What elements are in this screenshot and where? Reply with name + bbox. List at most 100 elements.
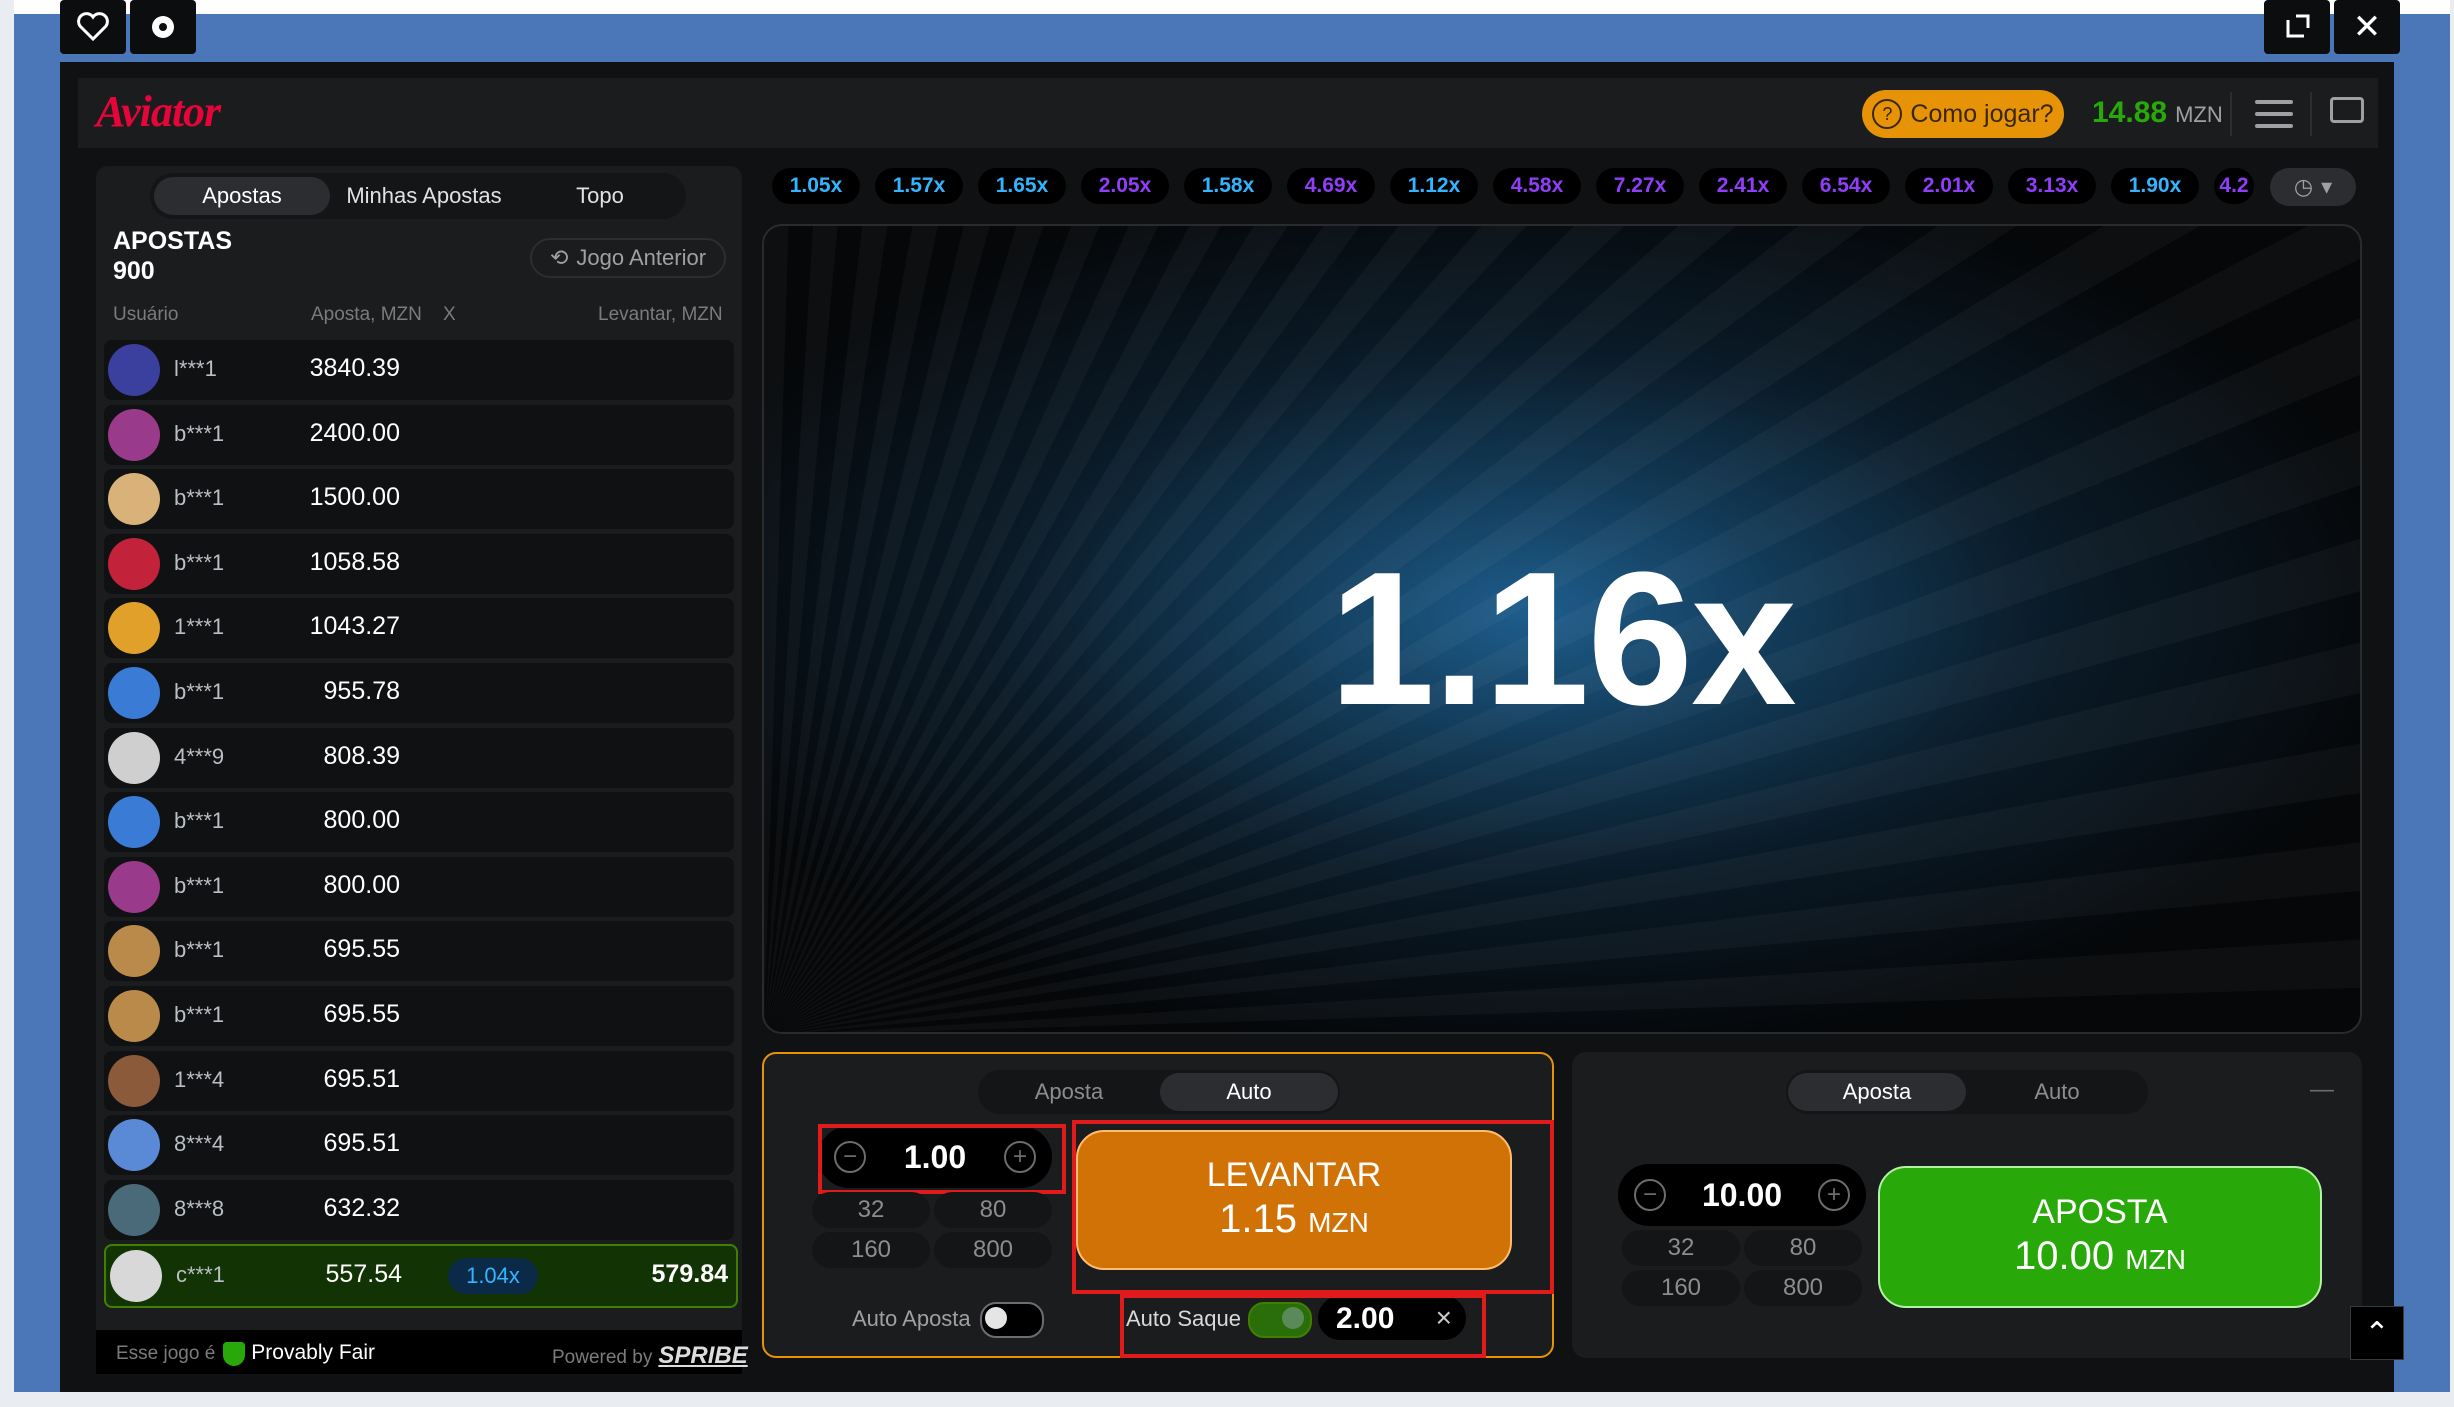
bet1-quick-800[interactable]: 800 [934,1232,1052,1268]
bet1-tab-auto[interactable]: Auto [1160,1073,1338,1111]
shield-icon [223,1341,246,1366]
bet1-quick-80[interactable]: 80 [934,1192,1052,1228]
table-row: 4***9 808.39 [104,727,734,788]
avatar [108,602,160,655]
col-bet: Aposta, MZN [311,304,422,325]
table-row: b***1 1058.58 [104,533,734,594]
chevron-down-icon: ▾ [2321,174,2333,199]
heart-icon[interactable] [60,0,126,54]
provably-fair[interactable]: Esse jogo é Provably Fair [116,1341,375,1366]
history-multiplier[interactable]: 4.69x [1287,168,1375,204]
history-multiplier[interactable]: 1.57x [875,168,963,204]
avatar [108,1119,160,1172]
table-row: b***1 955.78 [104,663,734,723]
menu-icon[interactable] [2255,100,2293,136]
scroll-top-button[interactable]: ⌃ [2350,1306,2404,1360]
table-row: 1***1 1043.27 [104,598,734,659]
bet2-tabs: Aposta Auto [1786,1070,2148,1114]
history-toggle-button[interactable]: ◷ ▾ [2270,168,2356,206]
history-multiplier[interactable]: 1.90x [2111,168,2199,204]
bet2-quick-160[interactable]: 160 [1622,1270,1740,1306]
bet2-tab-aposta[interactable]: Aposta [1788,1073,1966,1111]
history-multiplier[interactable]: 4.2 [2214,168,2254,204]
chat-icon[interactable] [2330,97,2364,123]
row-user: b***1 [174,485,225,511]
history-multiplier[interactable]: 2.05x [1081,168,1169,204]
question-icon: ? [1872,99,1903,129]
balance-value: 14.88 [2092,96,2168,129]
avatar [108,1054,160,1107]
row-multiplier: 1.04x [448,1258,538,1295]
row-bet: 695.55 [323,1000,400,1028]
collapse-icon[interactable]: — [2310,1076,2334,1104]
col-user: Usuário [113,304,179,325]
balance-display: 14.88 MZN [2092,96,2223,130]
history-multiplier[interactable]: 3.13x [2008,168,2096,204]
row-cashout: 579.84 [651,1260,728,1289]
top-strip [14,0,2450,14]
place-bet-amount: 10.00 [2014,1234,2115,1278]
bet1-tabs: Aposta Auto [978,1070,1340,1114]
history-multiplier[interactable]: 2.01x [1905,168,1993,204]
table-row: b***1 695.55 [104,921,734,982]
row-user: l***1 [174,356,217,381]
row-user: 1***1 [174,614,225,640]
multiplier-history: 1.05x 1.57x 1.65x 2.05x 1.58x 4.69x 1.12x 4.58x… [764,160,2354,212]
history-multiplier[interactable]: 2.41x [1699,168,1787,204]
row-user: b***1 [174,679,225,704]
bet1-quick-32[interactable]: 32 [812,1192,930,1228]
avatar [108,344,160,396]
row-user: b***1 [174,420,225,446]
bet2-amount-stepper: − 10.00 + [1618,1164,1866,1226]
powered-by: Powered by SPRIBE [552,1342,748,1370]
place-bet-currency: MZN [2125,1244,2186,1275]
history-multiplier[interactable]: 1.05x [772,168,860,204]
auto-bet-label: Auto Aposta [852,1306,971,1331]
previous-game-button[interactable]: ⟲ Jogo Anterior [530,238,726,278]
plus-icon[interactable]: + [1818,1179,1850,1211]
highlight-box [818,1124,1066,1194]
bet2-tab-auto[interactable]: Auto [1968,1073,2146,1111]
row-bet: 695.51 [323,1064,400,1093]
bet2-quick-32[interactable]: 32 [1622,1230,1740,1266]
row-bet: 800.00 [323,870,400,899]
how-to-play-button[interactable]: ? Como jogar? [1862,90,2064,138]
bet1-quick-160[interactable]: 160 [812,1232,930,1268]
close-icon[interactable]: ✕ [2334,0,2400,54]
row-bet: 800.00 [323,806,400,835]
place-bet-button[interactable]: APOSTA 10.00 MZN [1878,1166,2322,1308]
bets-count: 900 [113,257,155,285]
table-row: b***1 695.55 [104,986,734,1046]
bets-tabs: Apostas Minhas Apostas Topo [150,173,686,219]
fair-label: Provably Fair [251,1341,375,1364]
gear-icon[interactable] [130,0,196,54]
tab-topo[interactable]: Topo [518,177,682,215]
table-row: b***1 1500.00 [104,469,734,530]
table-row: c***1 557.54 1.04x 579.84 [104,1244,738,1309]
history-multiplier[interactable]: 6.54x [1802,168,1890,204]
how-to-play-label: Como jogar? [1910,99,2054,128]
row-bet: 557.54 [325,1260,402,1289]
row-user: b***1 [174,872,225,898]
row-bet: 1043.27 [309,612,400,641]
highlight-box [1072,1120,1554,1294]
tab-apostas[interactable]: Apostas [154,177,330,215]
auto-bet-toggle[interactable] [980,1302,1044,1338]
history-multiplier[interactable]: 1.65x [978,168,1066,204]
tab-minhas-apostas[interactable]: Minhas Apostas [334,177,514,215]
spribe-logo: SPRIBE [658,1342,748,1369]
row-user: b***1 [174,549,225,575]
history-multiplier[interactable]: 4.58x [1493,168,1581,204]
avatar [108,667,160,719]
avatar [108,408,160,461]
bet1-tab-aposta[interactable]: Aposta [980,1073,1158,1111]
place-bet-label: APOSTA [2032,1193,2168,1231]
bet2-quick-800[interactable]: 800 [1744,1270,1862,1306]
bet2-quick-80[interactable]: 80 [1744,1230,1862,1266]
row-bet: 695.51 [323,1129,400,1158]
avatar [108,473,160,526]
history-multiplier[interactable]: 1.12x [1390,168,1478,204]
history-multiplier[interactable]: 1.58x [1184,168,1272,204]
expand-icon[interactable] [2264,0,2330,54]
history-multiplier[interactable]: 7.27x [1596,168,1684,204]
